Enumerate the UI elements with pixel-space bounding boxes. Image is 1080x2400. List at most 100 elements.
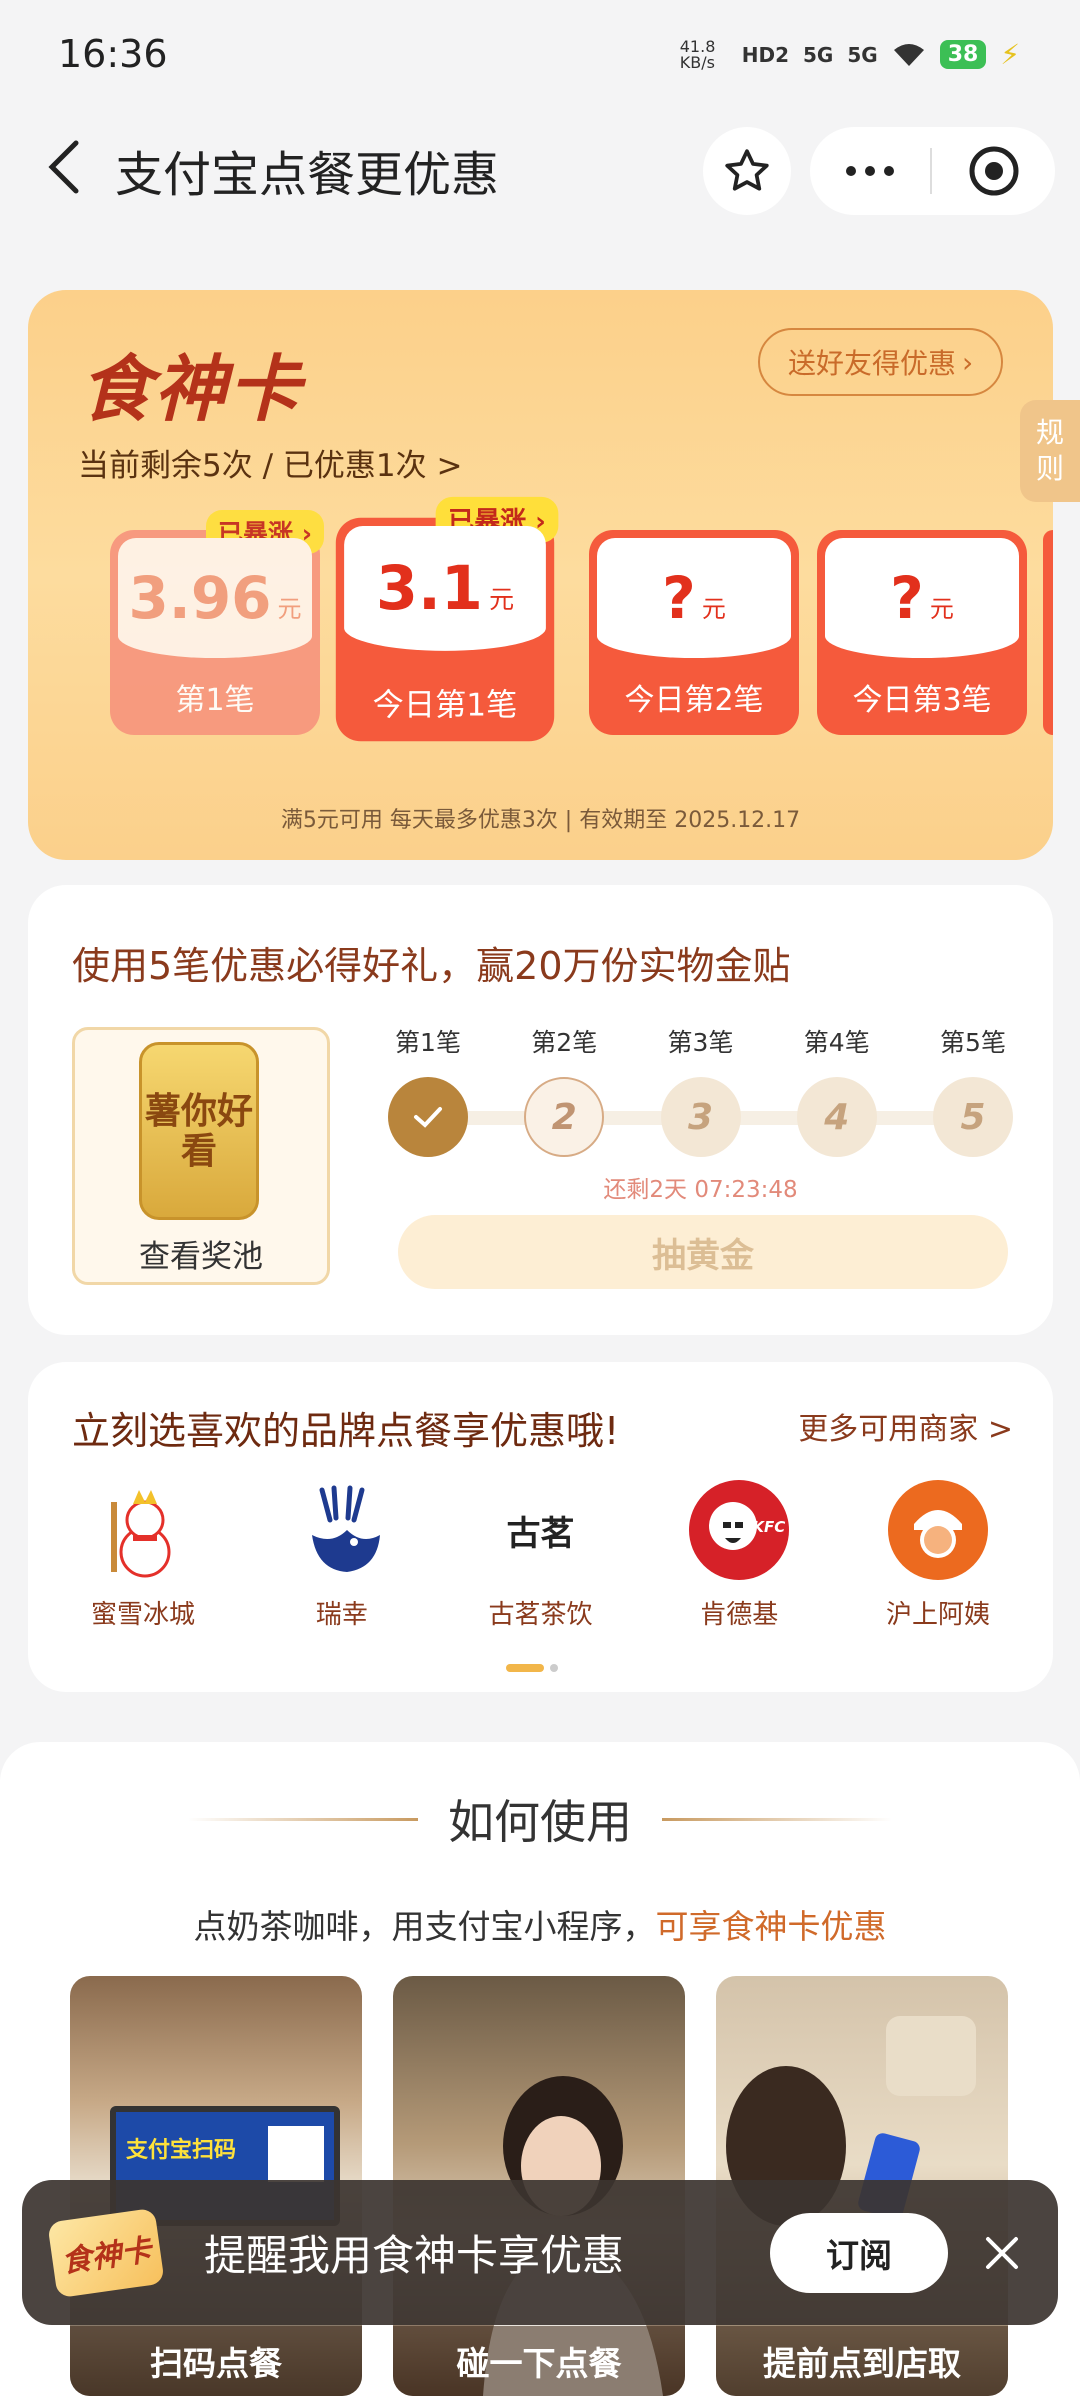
ticket-unit: 元 <box>277 594 302 623</box>
close-banner-button[interactable] <box>962 2213 1042 2293</box>
brand-kfc[interactable]: KFC 肯德基 <box>654 1480 824 1631</box>
step-2: 2 <box>524 1077 605 1157</box>
more-button[interactable] <box>810 166 930 176</box>
chevron-left-icon <box>48 140 79 194</box>
more-dots-icon <box>846 166 856 176</box>
gift-heading: 使用5笔优惠必得好礼，赢20万份实物金贴 <box>72 944 791 988</box>
pager-dot-active <box>506 1664 544 1672</box>
more-merchants-link[interactable]: 更多可用商家 > <box>798 1404 1013 1448</box>
brand-auntea[interactable]: 沪上阿姨 <box>853 1480 1023 1631</box>
subscribe-banner: 食神卡 提醒我用食神卡享优惠 订阅 <box>22 2180 1058 2325</box>
ticket-amount: 3.96 <box>128 564 272 632</box>
brand-list: 蜜雪冰城 瑞幸 古茗 古茗茶饮 KFC 肯德基 沪上阿姨 <box>58 1480 1023 1631</box>
ticket-unit: 元 <box>929 594 954 623</box>
prize-pool-button[interactable]: 薯你好看 查看奖池 <box>72 1027 330 1285</box>
share-button[interactable]: 送好友得优惠 › <box>758 328 1004 396</box>
brands-card: 立刻选喜欢的品牌点餐享优惠哦! 更多可用商家 > 蜜雪冰城 瑞幸 古茗 古茗茶饮… <box>28 1362 1053 1692</box>
step-5: 5 <box>933 1077 1013 1157</box>
check-icon <box>414 1107 442 1128</box>
how-to-use-header: 如何使用 <box>0 1786 1080 1852</box>
status-bar: 16:36 41.8 KB/s HD2 5G 5G 38 ⚡ <box>0 0 1080 115</box>
brand-name: 蜜雪冰城 <box>90 1600 195 1630</box>
ticket-amount: 3.1 <box>375 553 483 624</box>
hd-icon: HD2 <box>741 42 790 67</box>
prize-tag-image: 薯你好看 <box>139 1042 259 1220</box>
wifi-icon <box>893 43 924 66</box>
draw-gold-button[interactable]: 抽黄金 <box>398 1215 1008 1289</box>
food-card-mini-logo: 食神卡 <box>47 2207 165 2298</box>
prize-pool-label: 查看奖池 <box>139 1239 263 1275</box>
favorite-button[interactable] <box>703 127 791 215</box>
ticket-1[interactable]: 已暴涨 › 3.96 元 第1笔 <box>110 510 324 735</box>
countdown-timer: 还剩2天 07:23:48 <box>603 1177 798 1203</box>
status-icons: 41.8 KB/s HD2 5G 5G 38 ⚡ <box>680 38 1020 71</box>
ticket-label: 今日第3笔 <box>852 683 992 718</box>
ticket-2[interactable]: 已暴涨 › 3.1 元 今日第1笔 <box>335 496 559 742</box>
ticket-label: 今日第1笔 <box>372 687 518 724</box>
net-speed: 41.8 KB/s <box>679 36 716 72</box>
snowman-logo-icon <box>93 1480 193 1580</box>
ticket-4[interactable]: ? 元 今日第3笔 <box>817 530 1027 735</box>
rules-tab[interactable]: 规则 <box>1020 400 1080 502</box>
close-icon <box>986 2236 1018 2269</box>
target-icon <box>969 146 1018 196</box>
step-3: 3 <box>660 1077 741 1157</box>
ticket-3[interactable]: ? 元 今日第2笔 <box>589 530 799 735</box>
step-label: 第4笔 <box>803 1028 870 1057</box>
pager-dot <box>550 1664 558 1672</box>
progress-steps: 第1笔 第2笔 第3笔 第4笔 第5笔 2 3 4 5 <box>388 1023 1013 1157</box>
brand-pager <box>506 1664 558 1672</box>
brand-name: 古茗茶饮 <box>488 1600 593 1630</box>
card-caption: 提前点到店取 <box>716 2326 1008 2396</box>
ticket-amount: ? <box>890 564 924 632</box>
brand-goodme[interactable]: 古茗 古茗茶饮 <box>456 1480 626 1631</box>
qr-code-icon <box>268 2126 324 2182</box>
usage-note: 满5元可用 每天最多优惠3次 | 有效期至 2025.12.17 <box>280 808 801 833</box>
ticket-unit: 元 <box>701 594 726 623</box>
how-to-use-subtitle: 点奶茶咖啡，用支付宝小程序，可享食神卡优惠 <box>193 1907 887 1946</box>
brand-luckin[interactable]: 瑞幸 <box>257 1480 427 1631</box>
food-card: 食神卡 送好友得优惠 › 当前剩余5次 / 已优惠1次 > 已暴涨 › 3.96 元… <box>28 290 1053 860</box>
subscribe-button[interactable]: 订阅 <box>770 2212 948 2293</box>
step-1-done <box>388 1077 468 1157</box>
goodme-logo-icon: 古茗 <box>506 1513 575 1554</box>
card-caption: 碰一下点餐 <box>393 2326 685 2396</box>
divider-line <box>188 1817 418 1821</box>
chevron-right-icon: › <box>962 345 974 379</box>
ticket-label: 今日第2笔 <box>624 683 764 718</box>
divider-line <box>662 1817 892 1821</box>
brand-name: 沪上阿姨 <box>885 1600 990 1630</box>
page-title: 支付宝点餐更优惠 <box>115 147 500 203</box>
deer-logo-icon <box>292 1480 392 1580</box>
auntea-logo-icon <box>888 1480 988 1580</box>
nav-bar: 支付宝点餐更优惠 <box>0 115 1080 220</box>
ticket-5-partial <box>1043 530 1053 735</box>
signal-icon: 5G <box>803 42 834 67</box>
brands-heading: 立刻选喜欢的品牌点餐享优惠哦! <box>72 1409 620 1453</box>
signal-icon-2: 5G <box>847 42 878 67</box>
kfc-logo-icon: KFC <box>689 1480 790 1580</box>
back-button[interactable] <box>40 137 90 197</box>
highlight-text: 可享食神卡优惠 <box>655 1907 887 1946</box>
subscribe-message: 提醒我用食神卡享优惠 <box>204 2231 625 2280</box>
close-miniapp-button[interactable] <box>932 144 1055 198</box>
food-card-logo: 食神卡 <box>80 346 303 431</box>
star-icon <box>725 149 769 191</box>
step-label: 第5笔 <box>940 1028 1006 1057</box>
ticket-unit: 元 <box>489 584 515 614</box>
share-label: 送好友得优惠 <box>788 347 957 380</box>
brand-mixue[interactable]: 蜜雪冰城 <box>58 1480 228 1631</box>
remaining-count[interactable]: 当前剩余5次 / 已优惠1次 > <box>78 440 462 485</box>
charging-icon: ⚡ <box>1000 38 1020 71</box>
gift-progress-card: 使用5笔优惠必得好礼，赢20万份实物金贴 薯你好看 查看奖池 第1笔 第2笔 第… <box>28 885 1053 1335</box>
card-caption: 扫码点餐 <box>70 2326 362 2396</box>
status-time: 16:36 <box>58 32 168 76</box>
step-label: 第3笔 <box>667 1028 734 1057</box>
brand-name: 瑞幸 <box>315 1600 368 1630</box>
ticket-label: 第1笔 <box>175 683 255 718</box>
step-label: 第2笔 <box>531 1028 598 1057</box>
step-label: 第1笔 <box>395 1028 461 1057</box>
step-4: 4 <box>796 1077 877 1157</box>
ticket-amount: ? <box>662 564 696 632</box>
how-to-use-title: 如何使用 <box>448 1795 632 1849</box>
